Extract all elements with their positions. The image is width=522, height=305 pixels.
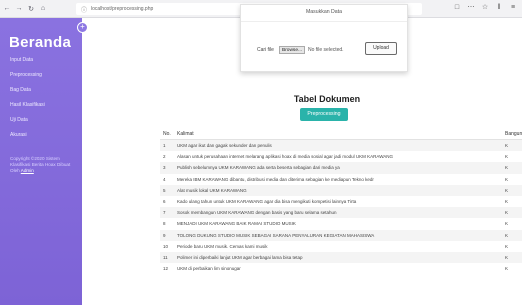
sidebar-item-hasil-klasifikasi[interactable]: Hasil Klasifikasi <box>10 101 78 109</box>
file-field-label: Cari file <box>257 47 274 53</box>
cell-kalimat: Mereka IBM KARAWANG dibantu, distribusi … <box>177 176 374 182</box>
cell-label: K <box>505 176 509 182</box>
sidebar: Beranda Input Data Preprocessing Bag Dat… <box>0 18 82 305</box>
header-no: No. <box>163 130 171 137</box>
upload-modal: Masukkan Data Cari file Browse... No fil… <box>240 4 408 72</box>
preprocessing-button[interactable]: Preprocessing <box>300 108 348 121</box>
table-row: 12 UKM di perbaikan lim sinonugar K <box>160 263 522 274</box>
sidebar-item-akurasi[interactable]: Akurasi <box>10 131 78 139</box>
cell-no: 5 <box>163 187 166 193</box>
table-row: 6 Kado ulang tahun untuk UKM KARAWANG aga… <box>160 196 522 207</box>
cell-no: 11 <box>163 254 168 260</box>
table-row: 1 UKM agar ikut dan gagak sekunder dan pe… <box>160 140 522 152</box>
cell-no: 7 <box>163 210 166 216</box>
cell-label: K <box>505 210 509 216</box>
sidebar-toggle-button[interactable]: + <box>77 22 88 33</box>
cell-label: K <box>505 232 509 238</box>
library-icon[interactable]: ‖ <box>494 4 504 11</box>
cell-kalimat: Polimer ini diperbaiki lanjut UKM agar b… <box>177 254 303 260</box>
table-row: 10 Periode baru UKM musik. Cemas kami mus… <box>160 241 522 252</box>
cell-label: K <box>505 187 509 193</box>
copyright-text: Copyright ©2020 Sistem Klasifikasi Berit… <box>10 156 80 174</box>
cell-no: 6 <box>163 199 166 205</box>
sidebar-item-input-data[interactable]: Input Data <box>10 56 78 64</box>
hamburger-menu-icon[interactable]: ≡ <box>508 4 518 11</box>
header-kalimat: Kalimat <box>177 130 194 137</box>
bookmark-icon[interactable]: ☆ <box>480 3 490 11</box>
table-row: 4 Mereka IBM KARAWANG dibantu, distribusi… <box>160 174 522 185</box>
file-status: No file selected. <box>308 46 344 53</box>
modal-title: Masukkan Data <box>305 9 343 15</box>
cell-no: 1 <box>163 143 166 149</box>
sidebar-item-bag-data[interactable]: Bag Data <box>10 86 78 94</box>
cell-kalimat: Kado ulang tahun untuk UKM KARAWANG agar… <box>177 199 357 205</box>
file-input[interactable]: Browse... No file selected. <box>279 45 355 54</box>
copyright-link[interactable]: Admin <box>21 168 34 173</box>
back-icon[interactable]: ← <box>2 4 12 14</box>
site-info-icon[interactable]: ⓘ <box>81 5 87 14</box>
header-label: Bangun <box>505 130 522 137</box>
table-row: 8 MENJADI UKM KARAWANG BAIK RAMAI STUDIO … <box>160 218 522 229</box>
upload-button[interactable]: Upload <box>365 42 397 55</box>
copyright-label: Copyright ©2020 Sistem Klasifikasi Berit… <box>10 156 71 173</box>
toolbar-right-icons: □ ⋯ ☆ ‖ ≡ <box>452 3 518 12</box>
url-text: localhost/preprocessing.php <box>91 6 154 12</box>
cell-kalimat: Periode baru UKM musik. Cemas kami musik <box>177 243 268 249</box>
table-body: 1 UKM agar ikut dan gagak sekunder dan pe… <box>160 140 522 274</box>
cell-label: K <box>505 165 509 171</box>
cell-no: 3 <box>163 165 166 171</box>
cell-no: 4 <box>163 176 166 182</box>
cell-no: 2 <box>163 154 166 160</box>
reader-view-icon[interactable]: □ <box>452 4 462 11</box>
cell-label: K <box>505 199 509 205</box>
table-row: 9 TOLONG DUKUNG STUDIO MUSIK SEBAGAI SARA… <box>160 229 522 241</box>
cell-kalimat: UKM di perbaikan lim sinonugar <box>177 266 241 272</box>
modal-divider <box>241 21 407 22</box>
table-row: 2 Alasan untuk perusahaan internet melara… <box>160 151 522 162</box>
table-row: 3 Publish sebelumnya UKM KARAWANG ada ser… <box>160 162 522 174</box>
table-row: 7 Sosok membangun UKM KARAWANG dengan bas… <box>160 207 522 219</box>
cell-kalimat: Alasan untuk perusahaan internet melaran… <box>177 154 394 160</box>
cell-label: K <box>505 143 509 149</box>
cell-no: 10 <box>163 243 169 249</box>
table-row: 11 Polimer ini diperbaiki lanjut UKM agar… <box>160 251 522 264</box>
cell-label: K <box>505 221 509 227</box>
cell-no: 8 <box>163 221 166 227</box>
sidebar-menu: Input Data Preprocessing Bag Data Hasil … <box>10 56 78 146</box>
cell-no: 12 <box>163 266 169 272</box>
cell-label: K <box>505 266 509 272</box>
cell-no: 9 <box>163 232 166 238</box>
cell-kalimat: TOLONG DUKUNG STUDIO MUSIK SEBAGAI SARAN… <box>177 232 375 238</box>
cell-kalimat: MENJADI UKM KARAWANG BAIK RAMAI STUDIO M… <box>177 221 296 227</box>
cell-kalimat: UKM agar ikut dan gagak sekunder dan pen… <box>177 143 272 149</box>
table-header: No. Kalimat Bangun <box>160 128 522 140</box>
forward-icon[interactable]: → <box>14 4 24 14</box>
cell-label: K <box>505 243 509 249</box>
page-title: Tabel Dokumen <box>293 94 361 104</box>
sidebar-item-uji-data[interactable]: Uji Data <box>10 116 78 124</box>
brand-title[interactable]: Beranda <box>9 34 71 51</box>
cell-kalimat: Alat musik lokal UKM KARAWANG <box>177 187 247 193</box>
cell-label: K <box>505 154 509 160</box>
cell-label: K <box>505 254 509 260</box>
browse-button[interactable]: Browse... <box>279 45 305 54</box>
cell-kalimat: Publish sebelumnya UKM KARAWANG ada sert… <box>177 165 340 171</box>
document-table: No. Kalimat Bangun 1 UKM agar ikut dan ga… <box>160 128 522 274</box>
sidebar-item-preprocessing[interactable]: Preprocessing <box>10 71 78 79</box>
cell-kalimat: Sosok membangun UKM KARAWANG dengan basi… <box>177 210 337 216</box>
table-row: 5 Alat musik lokal UKM KARAWANG K <box>160 184 522 196</box>
home-icon[interactable]: ⌂ <box>38 4 48 14</box>
menu-dots-icon[interactable]: ⋯ <box>466 3 476 11</box>
reload-icon[interactable]: ↻ <box>26 4 36 14</box>
